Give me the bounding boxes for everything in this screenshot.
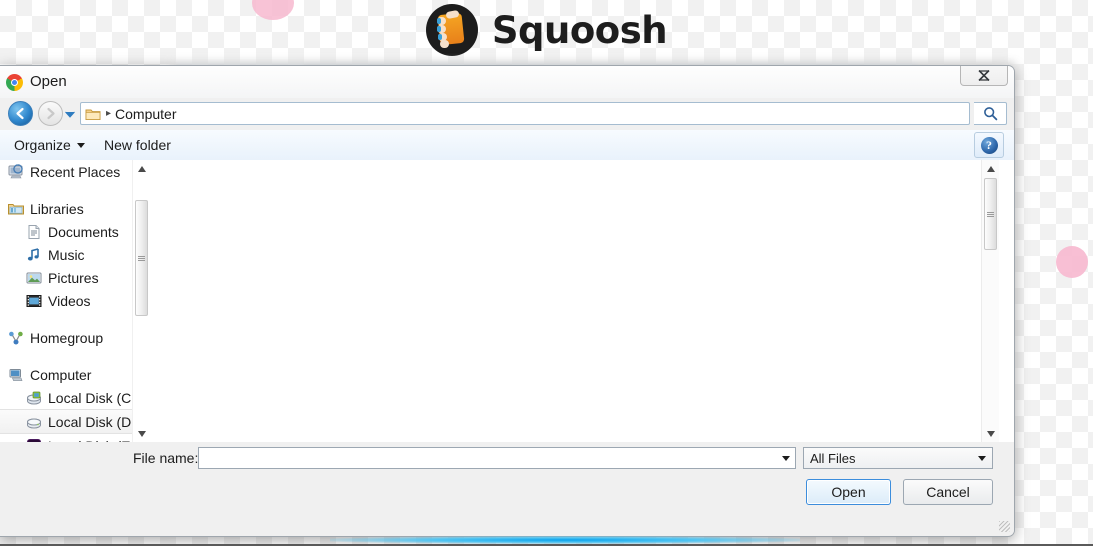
address-bar[interactable]: ▸ Computer [80, 102, 970, 125]
navigation-pane-scrollbar[interactable] [132, 160, 150, 442]
resize-grip-icon[interactable] [999, 521, 1010, 532]
scroll-down-arrow-icon [986, 430, 995, 437]
dialog-body: Recent Places Libraries Documents Music Pict… [0, 160, 1014, 442]
pictures-icon [26, 270, 42, 286]
scroll-up-arrow-icon [986, 165, 995, 172]
videos-icon [26, 293, 42, 309]
content-scroll-up-button[interactable] [982, 160, 999, 177]
sidebar-item-label: Local Disk (C:) [48, 389, 132, 406]
sidebar-item-libraries[interactable]: Libraries [0, 197, 132, 220]
organize-label: Organize [14, 137, 71, 153]
forward-button[interactable] [38, 101, 63, 126]
sidebar-item-videos[interactable]: Videos [0, 289, 132, 312]
sidebar-item-documents[interactable]: Documents [0, 220, 132, 243]
file-list-pane[interactable] [149, 160, 1014, 442]
breadcrumb-separator: ▸ [106, 108, 112, 119]
scrollbar-grip-icon [987, 211, 994, 217]
decorative-pink-blob [1056, 246, 1088, 278]
cancel-button[interactable]: Cancel [903, 479, 993, 505]
navpane-scroll-down-button[interactable] [133, 425, 150, 442]
chevron-down-icon [65, 111, 75, 118]
sidebar-item-label: Videos [48, 292, 91, 309]
squoosh-wordmark: Squoosh [491, 8, 668, 52]
caret-down-icon [76, 142, 85, 148]
nav-pane-spacer [0, 183, 132, 197]
sidebar-item-local-disk-e[interactable]: PrLocal Disk (E:) [0, 434, 132, 442]
file-list-scrollbar[interactable] [981, 160, 999, 442]
dialog-toolbar: Organize New folder ? [0, 130, 1014, 161]
history-dropdown-button[interactable] [64, 109, 76, 119]
new-folder-label: New folder [104, 137, 171, 153]
sidebar-item-label: Music [48, 246, 85, 263]
sidebar-item-label: Libraries [30, 200, 84, 217]
scroll-up-arrow-icon [137, 165, 146, 172]
sidebar-item-pictures[interactable]: Pictures [0, 266, 132, 289]
sidebar-item-label: Pictures [48, 269, 99, 286]
filename-input[interactable] [198, 447, 796, 469]
sidebar-item-label: Recent Places [30, 163, 121, 180]
scrollbar-grip-icon [138, 255, 145, 261]
back-button[interactable] [8, 101, 33, 126]
nav-pane-spacer [0, 349, 132, 363]
music-icon [26, 247, 42, 263]
sidebar-item-label: Computer [30, 366, 92, 383]
computer-icon [8, 367, 24, 383]
chrome-icon [6, 74, 23, 91]
folder-icon [85, 107, 101, 121]
squoosh-logo-icon [425, 4, 478, 56]
filename-dropdown-button[interactable] [777, 448, 795, 468]
sidebar-item-local-disk-d[interactable]: Local Disk (D:) [0, 409, 132, 434]
filetype-select[interactable]: All Files [803, 447, 993, 469]
close-icon [978, 70, 990, 81]
sidebar-item-label: Homegroup [30, 329, 104, 346]
help-icon: ? [980, 136, 998, 154]
forward-arrow-icon [47, 107, 55, 120]
caret-down-icon [978, 455, 986, 461]
content-scrollbar-thumb[interactable] [984, 178, 997, 250]
navpane-scroll-up-button[interactable] [133, 160, 150, 177]
open-button[interactable]: Open [806, 479, 891, 505]
disk-icon [26, 414, 42, 430]
recent-places-icon [8, 163, 24, 180]
filetype-dropdown-button[interactable] [972, 455, 992, 461]
navigation-pane: Recent Places Libraries Documents Music Pict… [0, 160, 132, 442]
sidebar-item-local-disk-c[interactable]: Local Disk (C:) [0, 386, 132, 409]
dialog-titlebar: Open [0, 66, 1014, 98]
search-button[interactable] [974, 102, 1007, 125]
homegroup-icon [8, 330, 24, 346]
scroll-down-arrow-icon [137, 430, 146, 437]
caret-down-icon [782, 455, 790, 461]
navpane-scrollbar-thumb[interactable] [135, 200, 148, 316]
dialog-navigation-row: ▸ Computer [0, 98, 1014, 130]
squoosh-nail-shape [437, 34, 442, 40]
sidebar-item-recent-places[interactable]: Recent Places [0, 160, 132, 183]
sidebar-item-label: Local Disk (D:) [48, 413, 132, 430]
squoosh-nail-shape [436, 26, 441, 32]
bottom-blue-glow [330, 536, 800, 544]
filename-label: File name: [133, 450, 199, 466]
sidebar-item-computer[interactable]: Computer [0, 363, 132, 386]
squoosh-finger-shape [439, 40, 449, 48]
open-file-dialog: Open ▸ Computer Organize New folder ? Re… [0, 65, 1015, 537]
nav-pane-spacer [0, 312, 132, 326]
organize-button[interactable]: Organize [14, 135, 85, 155]
sidebar-item-homegroup[interactable]: Homegroup [0, 326, 132, 349]
content-scroll-down-button[interactable] [982, 425, 999, 442]
dialog-footer: File name: All Files Open Cancel [0, 442, 1014, 535]
filetype-value: All Files [810, 450, 856, 466]
squoosh-header: Squoosh [0, 0, 1093, 60]
breadcrumb[interactable]: Computer [115, 106, 176, 122]
help-button[interactable]: ? [974, 132, 1004, 158]
documents-icon [26, 224, 42, 240]
libraries-icon [8, 201, 24, 217]
system-disk-icon [26, 390, 42, 406]
search-icon [983, 107, 997, 121]
sidebar-item-label: Documents [48, 223, 119, 240]
close-button[interactable] [960, 66, 1008, 86]
squoosh-nail-shape [436, 18, 441, 24]
dialog-title: Open [30, 73, 67, 90]
sidebar-item-music[interactable]: Music [0, 243, 132, 266]
back-arrow-icon [16, 107, 24, 120]
new-folder-button[interactable]: New folder [104, 135, 171, 155]
